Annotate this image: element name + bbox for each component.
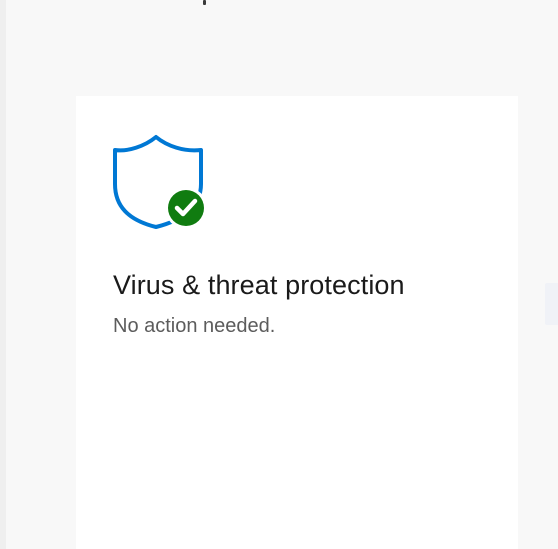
shield-check-icon <box>112 134 210 230</box>
virus-threat-protection-card[interactable]: Virus & threat protection No action need… <box>76 96 518 549</box>
left-edge <box>0 0 6 549</box>
card-title: Virus & threat protection <box>113 270 405 300</box>
top-cursor-mark <box>203 0 206 5</box>
check-icon <box>165 187 207 229</box>
adjacent-card-partial <box>545 283 558 325</box>
card-status: No action needed. <box>113 315 276 337</box>
